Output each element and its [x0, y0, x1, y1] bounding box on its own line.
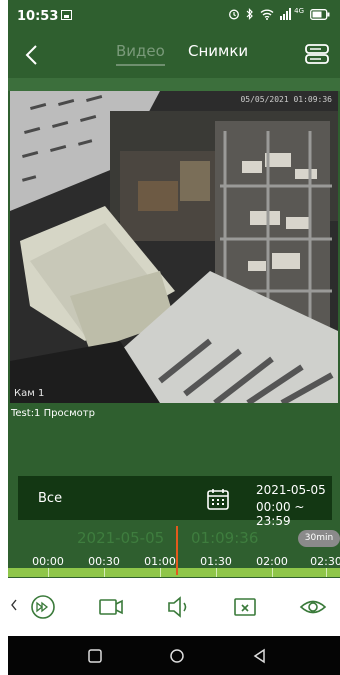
system-navigation-bar: [8, 636, 340, 675]
timeline-current-time: 01:09:36: [191, 529, 259, 547]
bluetooth-icon: [246, 8, 253, 20]
timeline-tick: 02:30: [310, 555, 340, 568]
recent-apps-icon[interactable]: [86, 647, 104, 665]
sound-button[interactable]: [163, 592, 193, 622]
filter-date[interactable]: 2021-05-05: [256, 483, 326, 497]
eye-icon: [299, 600, 327, 614]
close-stream-icon: [234, 598, 256, 616]
timeline-tick: 00:00: [32, 555, 64, 568]
timeline-tick: 01:30: [200, 555, 232, 568]
timeline-zoom-button[interactable]: 30min: [298, 530, 340, 547]
camera-frame-image: [10, 91, 338, 403]
view-button[interactable]: [298, 592, 328, 622]
fast-forward-button[interactable]: [28, 592, 58, 622]
app-screen: 10:53 4G Видео Снимки 05/05/2021 01:09:3…: [8, 0, 340, 675]
playback-toolbar: [8, 578, 340, 636]
playback-timeline[interactable]: 2021-05-05 01:09:36 30min 00:00 00:30 01…: [8, 522, 340, 577]
camera-video-view[interactable]: 05/05/2021 01:09:36 Кам 1: [10, 91, 338, 403]
speaker-icon: [168, 596, 187, 618]
status-bar: 10:53 4G: [8, 0, 340, 32]
home-icon[interactable]: [168, 647, 186, 665]
back-icon[interactable]: [251, 647, 269, 665]
header-divider: [8, 78, 340, 91]
chevron-left-icon[interactable]: [10, 597, 18, 613]
timeline-cursor[interactable]: [176, 526, 178, 575]
timeline-current-date: 2021-05-05: [77, 529, 165, 547]
status-icons: 4G: [228, 7, 330, 20]
date-filter-card[interactable]: Все 2021-05-05 00:00 ~ 23:59: [18, 476, 332, 528]
header-bar: Видео Снимки: [8, 32, 340, 78]
fast-forward-icon: [31, 595, 55, 619]
chevron-left-icon[interactable]: [20, 42, 46, 68]
camera-label: Кам 1: [14, 388, 45, 399]
storage-list-icon[interactable]: [304, 42, 330, 66]
timeline-tick: 00:30: [88, 555, 120, 568]
channel-info: Test:1 Просмотр: [11, 408, 95, 419]
filter-type-label[interactable]: Все: [38, 491, 62, 506]
video-timestamp: 05/05/2021 01:09:36: [240, 95, 332, 104]
tab-video[interactable]: Видео: [116, 42, 165, 66]
calendar-icon[interactable]: [206, 487, 230, 511]
battery-icon: [310, 8, 330, 20]
recording-bar[interactable]: [8, 568, 340, 577]
network-badge: 4G: [294, 7, 304, 15]
alarm-icon: [229, 9, 240, 20]
wifi-icon: [260, 9, 274, 20]
close-stream-button[interactable]: [230, 592, 260, 622]
photo-icon: [61, 10, 72, 20]
signal-icon: [280, 8, 292, 20]
video-record-icon: [99, 599, 123, 615]
timeline-tick: 01:00: [144, 555, 176, 568]
status-time: 10:53: [17, 9, 59, 24]
tab-snapshots[interactable]: Снимки: [188, 42, 248, 60]
timeline-tick: 02:00: [256, 555, 288, 568]
record-video-button[interactable]: [96, 592, 126, 622]
